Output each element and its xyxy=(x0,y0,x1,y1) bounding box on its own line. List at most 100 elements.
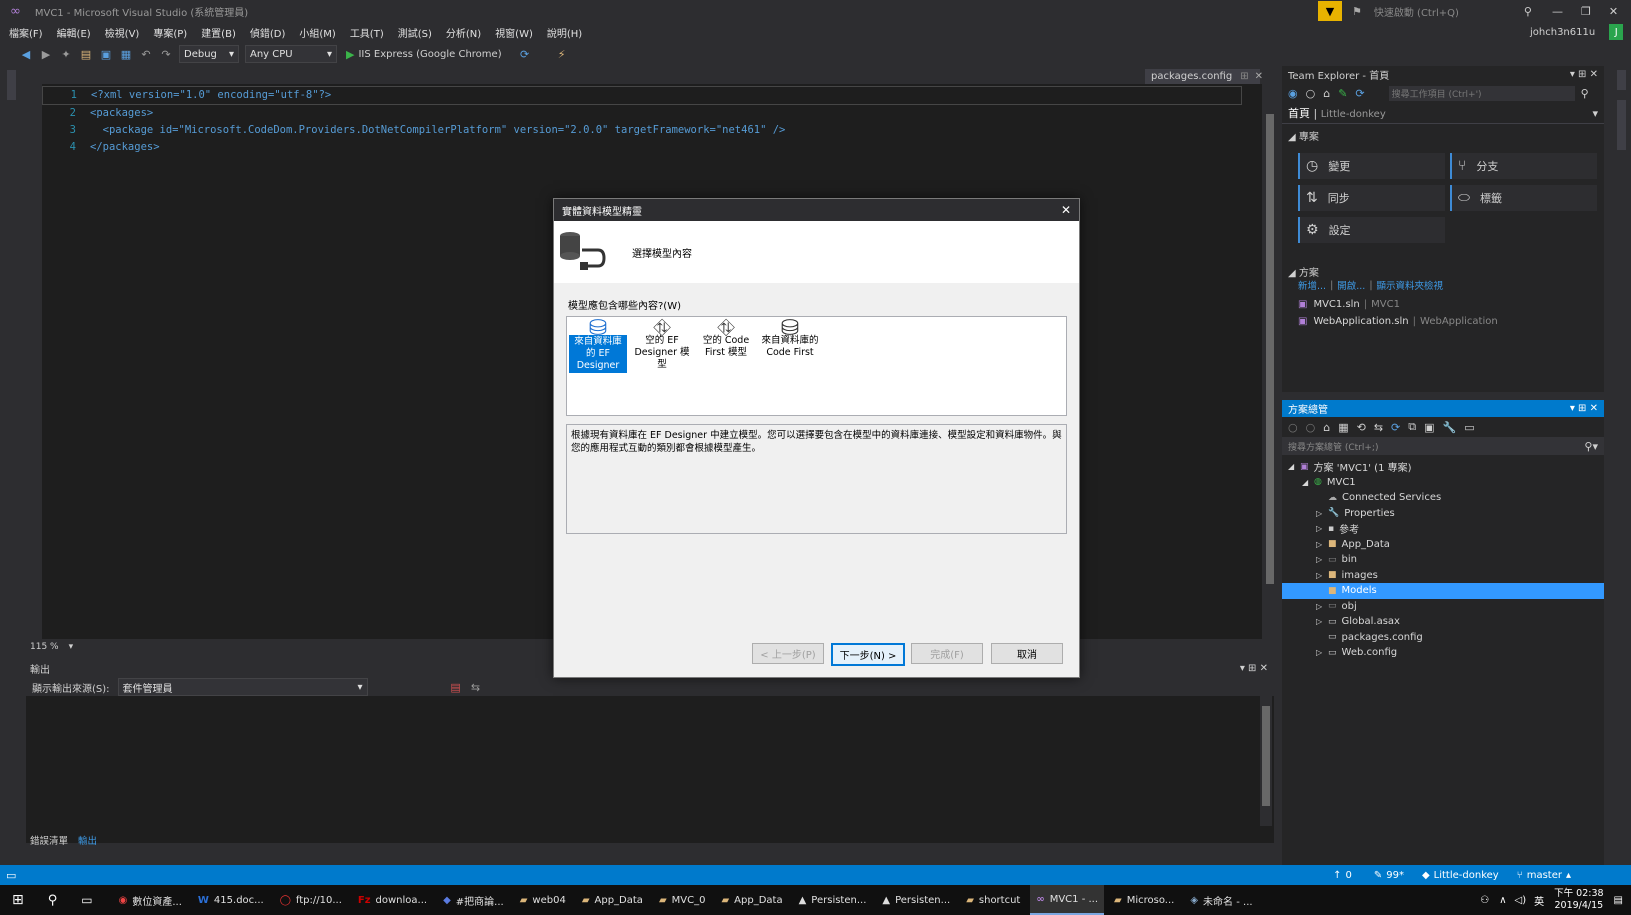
menu-item[interactable]: 工具(T) xyxy=(350,25,384,40)
expand-arrow-icon[interactable]: ◢ xyxy=(1288,462,1300,471)
search-icon[interactable]: ⚲▾ xyxy=(1584,440,1598,453)
tree-item[interactable]: ▷ ▭ obj xyxy=(1282,599,1604,615)
search-icon[interactable]: ⚲ xyxy=(48,893,58,908)
minimize-button[interactable]: — xyxy=(1552,5,1563,18)
refresh-icon[interactable]: ⟳ xyxy=(1391,421,1400,434)
avatar[interactable]: J xyxy=(1609,24,1624,40)
sync-icon[interactable]: ⇆ xyxy=(1374,421,1383,434)
model-choice[interactable]: ⛁ 來自資料庫的 EF Designer xyxy=(569,318,627,373)
refresh-icon[interactable]: ⟳ xyxy=(1355,87,1364,100)
back-icon[interactable]: ◀ xyxy=(19,47,33,61)
taskbar-app[interactable]: W 415.doc... xyxy=(192,886,270,914)
forward-icon[interactable]: ○ xyxy=(1306,87,1316,100)
close-tab-icon[interactable]: ✕ xyxy=(1255,71,1263,82)
editor-scrollbar[interactable] xyxy=(1264,84,1276,624)
pending-changes-icon[interactable]: ⟲ xyxy=(1357,421,1366,434)
run-icon[interactable]: ▶ xyxy=(346,48,354,61)
menu-item[interactable]: 專案(P) xyxy=(153,25,187,40)
platform-select[interactable]: Any CPU ▾ xyxy=(245,45,337,63)
new-project-icon[interactable]: ✦ xyxy=(59,47,73,61)
tray-chevron-icon[interactable]: ∧ xyxy=(1499,895,1506,906)
volume-icon[interactable]: ◁) xyxy=(1515,895,1527,906)
forward-icon[interactable]: ▶ xyxy=(39,47,53,61)
quick-launch-input[interactable]: 快速啟動 (Ctrl+Q) xyxy=(1374,4,1524,19)
tree-item[interactable]: ▷ 🔧 Properties xyxy=(1282,506,1604,522)
chevron-down-icon[interactable]: ▾ xyxy=(1592,107,1598,120)
status-repo[interactable]: Little-donkey xyxy=(1434,870,1499,881)
work-item-search-input[interactable]: 搜尋工作項目 (Ctrl+') xyxy=(1388,85,1575,101)
finish-button[interactable]: 完成(F) xyxy=(911,643,983,664)
browser-link-icon[interactable]: ⚡ xyxy=(555,47,569,61)
tile-branches[interactable]: ⑂ 分支 xyxy=(1450,153,1597,179)
open-file-icon[interactable]: ▤ xyxy=(79,47,93,61)
home-icon[interactable]: ⌂ xyxy=(1323,87,1330,100)
clear-all-icon[interactable]: ▤ xyxy=(449,680,463,694)
taskbar-app[interactable]: ▰ MVC_0 xyxy=(653,886,712,914)
pin-icon[interactable]: ⊞ xyxy=(1240,71,1248,82)
menu-item[interactable]: 測試(S) xyxy=(398,25,432,40)
output-source-select[interactable]: 套件管理員 ▾ xyxy=(117,678,368,696)
taskbar-app[interactable]: ▰ shortcut xyxy=(960,886,1026,914)
menu-item[interactable]: 檢視(V) xyxy=(105,25,140,40)
taskbar-app[interactable]: ▰ web04 xyxy=(514,886,572,914)
forward-icon[interactable]: ○ xyxy=(1306,421,1316,434)
undo-icon[interactable]: ↶ xyxy=(139,47,153,61)
tree-item[interactable]: ▷ ▭ Web.config xyxy=(1282,645,1604,661)
menu-item[interactable]: 建置(B) xyxy=(201,25,236,40)
tree-item[interactable]: ◢ ◍ MVC1 xyxy=(1282,475,1604,491)
tree-item[interactable]: ▷ ▭ Global.asax xyxy=(1282,614,1604,630)
expand-arrow-icon[interactable]: ▷ xyxy=(1316,648,1328,657)
menu-item[interactable]: 說明(H) xyxy=(547,25,582,40)
model-choice[interactable]: ⛗ 空的 EF Designer 模型 xyxy=(633,318,691,371)
toolbox-tab[interactable] xyxy=(7,70,16,100)
search-icon[interactable]: ⚲ xyxy=(1581,87,1589,100)
menu-item[interactable]: 小組(M) xyxy=(299,25,335,40)
output-tab[interactable]: 輸出 xyxy=(78,833,97,847)
expand-arrow-icon[interactable]: ▷ xyxy=(1316,509,1328,518)
menu-item[interactable]: 偵錯(D) xyxy=(250,25,286,40)
windows-start-icon[interactable]: ⊞ xyxy=(12,892,24,908)
output-pane[interactable] xyxy=(26,696,1274,843)
clock-date[interactable]: 2019/4/15 xyxy=(1554,900,1603,912)
status-branch[interactable]: master xyxy=(1527,870,1562,881)
taskbar-app[interactable]: ▰ App_Data xyxy=(576,886,649,914)
taskbar-app[interactable]: ▲ Persisten... xyxy=(876,886,956,914)
prev-button[interactable]: < 上一步(P) xyxy=(752,643,824,664)
tree-item[interactable]: ▷ ▭ bin xyxy=(1282,552,1604,568)
output-scrollbar[interactable] xyxy=(1260,696,1272,826)
tree-item[interactable]: ▭ packages.config xyxy=(1282,630,1604,646)
solutions-section-label[interactable]: ◢ 方案 xyxy=(1288,264,1319,279)
menu-item[interactable]: 編輯(E) xyxy=(57,25,91,40)
output-status-icon[interactable]: ▭ xyxy=(6,869,16,882)
expand-arrow-icon[interactable]: ◢ xyxy=(1302,478,1314,487)
properties-tab[interactable] xyxy=(1617,70,1626,90)
notification-icon[interactable]: ⚑ xyxy=(1352,5,1362,18)
home-icon[interactable]: ⌂ xyxy=(1323,421,1330,434)
clock-time[interactable]: 下午 02:38 xyxy=(1554,888,1603,900)
expand-arrow-icon[interactable]: ▷ xyxy=(1316,524,1328,533)
back-icon[interactable]: ◉ xyxy=(1288,87,1298,100)
expand-arrow-icon[interactable]: ▷ xyxy=(1316,617,1328,626)
taskbar-app[interactable]: Fz downloa... xyxy=(352,886,433,914)
code-line[interactable]: 2 <packages> xyxy=(42,105,1242,122)
taskbar-app[interactable]: ▲ Persisten... xyxy=(793,886,873,914)
search-icon[interactable]: ⚲ xyxy=(1524,5,1532,18)
solution-entry[interactable]: ▣ MVC1.sln | MVC1 xyxy=(1298,296,1498,313)
pending-changes-count[interactable]: 99* xyxy=(1386,870,1404,881)
code-line[interactable]: 3 <package id="Microsoft.CodeDom.Provide… xyxy=(42,122,1242,139)
solution-link[interactable]: 新增... xyxy=(1298,278,1326,292)
user-name[interactable]: johch3n611u xyxy=(1530,27,1595,38)
menu-item[interactable]: 分析(N) xyxy=(446,25,481,40)
code-line[interactable]: 4 </packages> xyxy=(42,139,1242,156)
save-all-icon[interactable]: ▦ xyxy=(119,47,133,61)
expand-arrow-icon[interactable]: ▷ xyxy=(1316,540,1328,549)
run-target-button[interactable]: IIS Express (Google Chrome) xyxy=(358,49,501,60)
taskbar-app[interactable]: ◉ 數位資產... xyxy=(113,886,188,914)
refresh-icon[interactable]: ⟳ xyxy=(518,47,532,61)
taskbar-app[interactable]: ▰ App_Data xyxy=(715,886,788,914)
preview-icon[interactable]: ▭ xyxy=(1464,421,1474,434)
tree-item[interactable]: ☁ Connected Services xyxy=(1282,490,1604,506)
tree-item[interactable]: ▷ ■ App_Data xyxy=(1282,537,1604,553)
solution-entry[interactable]: ▣ WebApplication.sln | WebApplication xyxy=(1298,313,1498,330)
close-button[interactable]: ✕ xyxy=(1609,5,1618,18)
